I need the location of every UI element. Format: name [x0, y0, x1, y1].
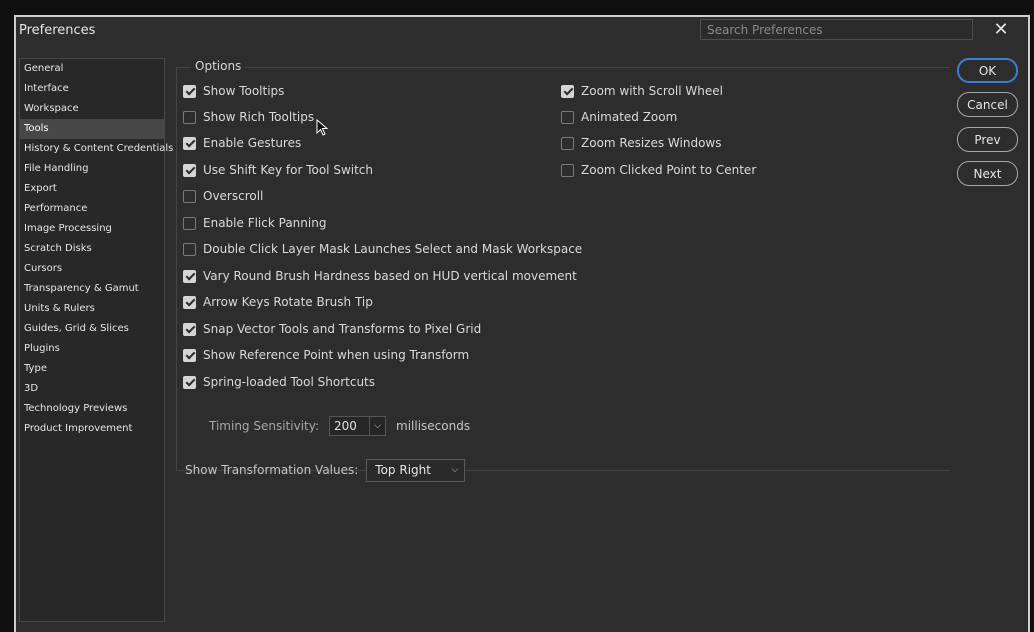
checkbox-zoom-with-scroll-wheel[interactable] [561, 84, 574, 98]
checkbox-show-rich-tooltips[interactable] [183, 110, 196, 124]
preferences-sidebar: General Interface Workspace Tools History & … [19, 58, 173, 622]
option-label: Enable Flick Panning [203, 216, 327, 230]
options-legend: Options [191, 59, 246, 73]
cancel-button[interactable]: Cancel [957, 92, 1018, 117]
option-double-click-layer-mask-launches-select-and-mask-workspace[interactable]: Double Click Layer Mask Launches Select … [183, 240, 582, 258]
sidebar-item-product-improvement[interactable]: Product Improvement [20, 419, 164, 439]
timing-sensitivity-value: 200 [334, 419, 357, 433]
checkbox-enable-flick-panning[interactable] [183, 216, 196, 230]
option-show-reference-point-when-using-transform[interactable]: Show Reference Point when using Transfor… [183, 346, 469, 364]
sidebar-item-history-content-credentials[interactable]: History & Content Credentials [20, 139, 173, 159]
timing-sensitivity-stepper[interactable]: 200 ⌵ [329, 416, 386, 436]
timing-sensitivity-unit: milliseconds [396, 419, 471, 433]
option-label: Zoom Resizes Windows [581, 136, 722, 150]
transformation-values-selected: Top Right [375, 463, 431, 477]
option-zoom-resizes-windows[interactable]: Zoom Resizes Windows [561, 134, 722, 152]
option-label: Snap Vector Tools and Transforms to Pixe… [203, 322, 482, 336]
option-label: Show Tooltips [203, 84, 285, 98]
sidebar-item-image-processing[interactable]: Image Processing [20, 219, 164, 239]
option-label: Use Shift Key for Tool Switch [203, 163, 374, 177]
checkbox-show-reference-point-when-using-transform[interactable] [183, 348, 196, 362]
option-vary-round-brush-hardness-based-on-hud-vertical-movement[interactable]: Vary Round Brush Hardness based on HUD v… [183, 267, 577, 285]
checkbox-overscroll[interactable] [183, 189, 196, 203]
option-use-shift-key-for-tool-switch[interactable]: Use Shift Key for Tool Switch [183, 161, 373, 179]
sidebar-item-tools[interactable]: Tools [20, 119, 164, 139]
sidebar-item-guides-grid-slices[interactable]: Guides, Grid & Slices [20, 319, 164, 339]
sidebar-item-workspace[interactable]: Workspace [20, 99, 164, 119]
option-label: Show Reference Point when using Transfor… [203, 348, 470, 362]
checkbox-spring-loaded-tool-shortcuts[interactable] [183, 375, 196, 389]
sidebar-item-performance[interactable]: Performance [20, 199, 164, 219]
option-arrow-keys-rotate-brush-tip[interactable]: Arrow Keys Rotate Brush Tip [183, 293, 373, 311]
prev-button[interactable]: Prev [957, 127, 1018, 152]
close-icon[interactable]: ✕ [990, 19, 1012, 41]
option-overscroll[interactable]: Overscroll [183, 187, 263, 205]
mouse-pointer-icon [316, 119, 328, 136]
option-show-rich-tooltips[interactable]: Show Rich Tooltips [183, 108, 314, 126]
sidebar-item-cursors[interactable]: Cursors [20, 259, 164, 279]
timing-sensitivity-label: Timing Sensitivity: [209, 419, 319, 433]
option-label: Zoom with Scroll Wheel [581, 84, 723, 98]
next-button[interactable]: Next [957, 161, 1018, 186]
checkbox-double-click-layer-mask-launches-select-and-mask-workspace[interactable] [183, 242, 196, 256]
sidebar-item-interface[interactable]: Interface [20, 79, 164, 99]
option-label: Zoom Clicked Point to Center [581, 163, 757, 177]
checkbox-zoom-resizes-windows[interactable] [561, 136, 574, 150]
option-label: Double Click Layer Mask Launches Select … [203, 242, 583, 256]
option-label: Arrow Keys Rotate Brush Tip [203, 295, 373, 309]
option-snap-vector-tools-and-transforms-to-pixel-grid[interactable]: Snap Vector Tools and Transforms to Pixe… [183, 320, 481, 338]
option-show-tooltips[interactable]: Show Tooltips [183, 82, 284, 100]
sidebar-item-scratch-disks[interactable]: Scratch Disks [20, 239, 164, 259]
sidebar-item-technology-previews[interactable]: Technology Previews [20, 399, 164, 419]
sidebar-item-3d[interactable]: 3D [20, 379, 164, 399]
preferences-dialog: Preferences ✕ GeneralInterfaceWorkspaceT… [14, 15, 1030, 632]
option-label: Animated Zoom [581, 110, 678, 124]
options-panel: Options Timing Sensitivity: 200 ⌵ millis… [176, 59, 950, 482]
dialog-title: Preferences [19, 23, 96, 38]
sidebar-item-units-rulers[interactable]: Units & Rulers [20, 299, 164, 319]
checkbox-zoom-clicked-point-to-center[interactable] [561, 163, 574, 177]
ok-button[interactable]: OK [957, 58, 1018, 83]
checkbox-show-tooltips[interactable] [183, 84, 196, 98]
sidebar-item-type[interactable]: Type [20, 359, 164, 379]
checkbox-arrow-keys-rotate-brush-tip[interactable] [183, 295, 196, 309]
transformation-values-row: Show Transformation Values: Top Right ⌵ [185, 458, 466, 482]
transformation-values-select[interactable]: Top Right ⌵ [366, 458, 466, 482]
option-label: Vary Round Brush Hardness based on HUD v… [203, 269, 577, 283]
checkbox-enable-gestures[interactable] [183, 136, 196, 150]
sidebar-item-file-handling[interactable]: File Handling [20, 159, 164, 179]
sidebar-item-transparency-gamut[interactable]: Transparency & Gamut [20, 279, 164, 299]
search-preferences-input[interactable] [700, 19, 973, 40]
option-label: Spring-loaded Tool Shortcuts [203, 375, 376, 389]
option-spring-loaded-tool-shortcuts[interactable]: Spring-loaded Tool Shortcuts [183, 373, 375, 391]
timing-sensitivity-row: Timing Sensitivity: 200 ⌵ milliseconds [209, 415, 470, 437]
sidebar-item-general[interactable]: General [20, 59, 164, 79]
option-enable-flick-panning[interactable]: Enable Flick Panning [183, 214, 326, 232]
checkbox-vary-round-brush-hardness-based-on-hud-vertical-movement[interactable] [183, 269, 196, 283]
checkbox-use-shift-key-for-tool-switch[interactable] [183, 163, 196, 177]
transformation-values-label: Show Transformation Values: [185, 463, 359, 477]
sidebar-item-plugins[interactable]: Plugins [20, 339, 164, 359]
option-label: Enable Gestures [203, 136, 302, 150]
option-enable-gestures[interactable]: Enable Gestures [183, 134, 301, 152]
title-bar: Preferences ✕ [16, 17, 1028, 45]
option-label: Show Rich Tooltips [203, 110, 315, 124]
sidebar-item-export[interactable]: Export [20, 179, 164, 199]
option-zoom-clicked-point-to-center[interactable]: Zoom Clicked Point to Center [561, 161, 756, 179]
option-zoom-with-scroll-wheel[interactable]: Zoom with Scroll Wheel [561, 82, 723, 100]
chevron-down-icon[interactable]: ⌵ [369, 417, 385, 435]
checkbox-animated-zoom[interactable] [561, 110, 574, 124]
checkbox-snap-vector-tools-and-transforms-to-pixel-grid[interactable] [183, 322, 196, 336]
chevron-down-icon: ⌵ [451, 465, 459, 475]
option-label: Overscroll [203, 189, 264, 203]
option-animated-zoom[interactable]: Animated Zoom [561, 108, 677, 126]
